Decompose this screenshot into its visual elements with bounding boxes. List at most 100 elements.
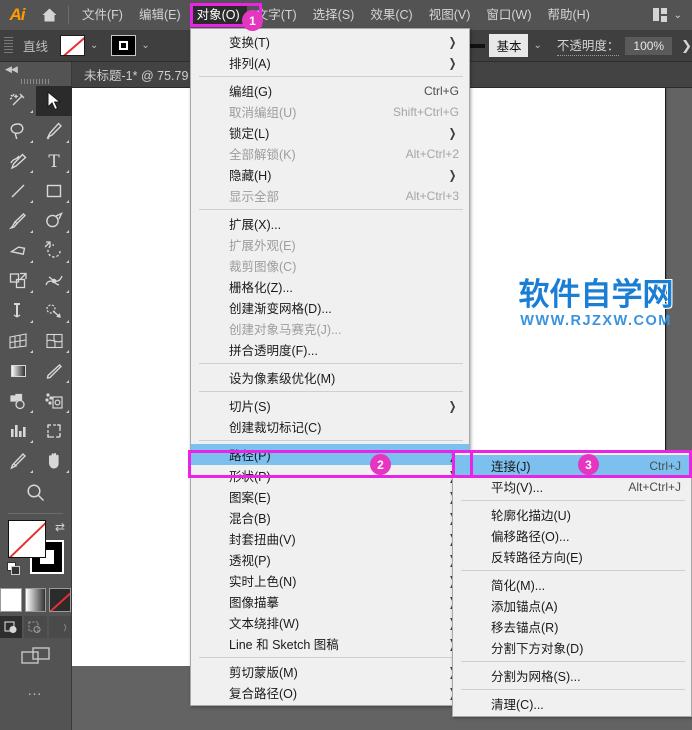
object-menu-item-29[interactable]: 实时上色(N)❯ xyxy=(191,570,469,591)
object-menu-item-35[interactable]: 复合路径(O)❯ xyxy=(191,682,469,703)
path-submenu-separator xyxy=(461,661,685,662)
options-overflow-chevron-right-icon[interactable]: ❯ xyxy=(681,38,692,54)
object-menu-item-13[interactable]: 栅格化(Z)... xyxy=(191,276,469,297)
line-segment-tool[interactable] xyxy=(0,176,36,206)
menubar-item-4[interactable]: 选择(S) xyxy=(306,4,362,26)
object-menu-dropdown[interactable]: 变换(T) ❯ 排列(A) ❯ 编组(G) Ctrl+G 取消编组(U) Shift+Ctrl… xyxy=(190,28,470,706)
object-menu-item-0[interactable]: 变换(T) ❯ xyxy=(191,31,469,52)
object-menu-item-18[interactable]: 设为像素级优化(M) xyxy=(191,367,469,388)
object-menu-item-3[interactable]: 编组(G) Ctrl+G xyxy=(191,80,469,101)
path-submenu-item-5[interactable]: 反转路径方向(E) xyxy=(453,546,691,567)
menubar-item-0[interactable]: 文件(F) xyxy=(75,4,130,26)
object-menu-item-31[interactable]: 文本绕排(W)❯ xyxy=(191,612,469,633)
rectangle-tool[interactable] xyxy=(36,176,72,206)
shape-builder-tool[interactable] xyxy=(36,296,72,326)
selection-tool[interactable] xyxy=(36,86,72,116)
menubar-item-5[interactable]: 效果(C) xyxy=(363,4,419,26)
magic-wand-tool[interactable] xyxy=(0,86,36,116)
rotate-tool[interactable] xyxy=(36,236,72,266)
path-submenu-dropdown[interactable]: 连接(J) Ctrl+J 平均(V)... Alt+Ctrl+J 轮廓化描边(U) 偏移路… xyxy=(452,452,692,717)
path-submenu-item-8[interactable]: 添加锚点(A) xyxy=(453,595,691,616)
opacity-value[interactable]: 100% xyxy=(625,36,673,55)
menubar-item-2[interactable]: 对象(O) xyxy=(189,4,247,26)
path-submenu-item-0[interactable]: 连接(J) Ctrl+J xyxy=(453,455,691,476)
path-submenu-item-9[interactable]: 移去锚点(R) xyxy=(453,616,691,637)
gradient-tool[interactable] xyxy=(0,356,36,386)
menubar-item-7[interactable]: 窗口(W) xyxy=(479,4,538,26)
gradient-mode[interactable] xyxy=(24,588,47,612)
draw-behind[interactable] xyxy=(24,616,47,638)
draw-normal[interactable] xyxy=(0,616,23,638)
width-tool[interactable] xyxy=(36,266,72,296)
fill-none-swatch[interactable] xyxy=(60,35,86,56)
home-icon[interactable] xyxy=(34,0,64,30)
object-menu-item-21[interactable]: 创建裁切标记(C) xyxy=(191,416,469,437)
curvature-tool[interactable] xyxy=(0,146,36,176)
paintbrush-tool[interactable] xyxy=(0,206,36,236)
object-menu-item-34[interactable]: 剪切蒙版(M)❯ xyxy=(191,661,469,682)
path-submenu-item-14[interactable]: 清理(C)... xyxy=(453,693,691,714)
perspective-grid-tool[interactable] xyxy=(0,326,36,356)
object-menu-item-10[interactable]: 扩展(X)... xyxy=(191,213,469,234)
object-menu-item-30[interactable]: 图像描摹❯ xyxy=(191,591,469,612)
fill-color-none[interactable] xyxy=(8,520,46,558)
options-bar-grip[interactable] xyxy=(4,36,13,55)
object-menu-item-23[interactable]: 路径(P)❯ xyxy=(191,444,469,465)
chevron-down-icon[interactable]: ⌄ xyxy=(674,10,682,21)
lasso-tool[interactable] xyxy=(0,116,36,146)
object-menu-item-5[interactable]: 锁定(L) ❯ xyxy=(191,122,469,143)
shaper-tool[interactable] xyxy=(36,206,72,236)
default-fill-stroke-icon[interactable] xyxy=(7,562,20,575)
path-submenu-item-3[interactable]: 轮廓化描边(U) xyxy=(453,504,691,525)
object-menu-item-20[interactable]: 切片(S) ❯ xyxy=(191,395,469,416)
toolbox-more-tools[interactable]: … xyxy=(0,682,71,699)
pen-tool[interactable] xyxy=(36,116,72,146)
chevron-right-icon: ❯ xyxy=(448,55,457,70)
slice-tool[interactable] xyxy=(0,446,36,476)
blend-tool[interactable] xyxy=(0,386,36,416)
fill-chevron-down-icon[interactable]: ⌄ xyxy=(85,40,103,51)
object-menu-item-1[interactable]: 排列(A) ❯ xyxy=(191,52,469,73)
object-menu-item-28[interactable]: 透视(P)❯ xyxy=(191,549,469,570)
draw-inside[interactable] xyxy=(48,616,71,638)
eraser-tool[interactable] xyxy=(0,236,36,266)
path-submenu-item-4[interactable]: 偏移路径(O)... xyxy=(453,525,691,546)
path-submenu-item-12[interactable]: 分割为网格(S)... xyxy=(453,665,691,686)
stroke-chevron-down-icon[interactable]: ⌄ xyxy=(136,40,154,51)
path-submenu-item-7[interactable]: 简化(M)... xyxy=(453,574,691,595)
free-transform-tool[interactable] xyxy=(0,296,36,326)
zoom-tool[interactable] xyxy=(0,476,71,510)
scale-tool[interactable] xyxy=(0,266,36,296)
menubar-item-8[interactable]: 帮助(H) xyxy=(541,4,597,26)
toolbox-grip[interactable] xyxy=(0,76,71,86)
object-menu-item-32[interactable]: Line 和 Sketch 图稿❯ xyxy=(191,633,469,654)
object-menu-item-25[interactable]: 图案(E)❯ xyxy=(191,486,469,507)
path-submenu-item-10[interactable]: 分割下方对象(D) xyxy=(453,637,691,658)
mesh-tool[interactable] xyxy=(36,326,72,356)
toolbox-collapse-icon[interactable]: ◀◀ xyxy=(0,62,71,76)
object-menu-item-27[interactable]: 封套扭曲(V)❯ xyxy=(191,528,469,549)
hand-tool[interactable] xyxy=(36,446,72,476)
path-submenu-item-1[interactable]: 平均(V)... Alt+Ctrl+J xyxy=(453,476,691,497)
color-mode-white[interactable] xyxy=(0,588,22,612)
object-menu-item-14[interactable]: 创建渐变网格(D)... xyxy=(191,297,469,318)
object-menu-item-24[interactable]: 形状(P)❯ xyxy=(191,465,469,486)
stroke-profile-label[interactable]: 基本 xyxy=(489,34,529,57)
none-mode[interactable] xyxy=(49,588,72,612)
symbol-sprayer-tool[interactable] xyxy=(36,386,72,416)
object-menu-item-16[interactable]: 拼合透明度(F)... xyxy=(191,339,469,360)
swap-fill-stroke-icon[interactable]: ⇄ xyxy=(55,520,65,534)
menubar-item-6[interactable]: 视图(V) xyxy=(422,4,478,26)
workspace-grid-icon[interactable] xyxy=(653,8,667,22)
screen-mode-icon[interactable] xyxy=(0,646,71,668)
eyedropper-tool[interactable] xyxy=(36,356,72,386)
stroke-profile-chevron-down-icon[interactable]: ⌄ xyxy=(528,40,546,51)
opacity-label[interactable]: 不透明度： xyxy=(556,35,620,56)
stroke-black-swatch[interactable] xyxy=(111,35,137,56)
artboard-tool[interactable] xyxy=(36,416,72,446)
object-menu-item-26[interactable]: 混合(B)❯ xyxy=(191,507,469,528)
object-menu-item-7[interactable]: 隐藏(H) ❯ xyxy=(191,164,469,185)
type-tool[interactable]: T xyxy=(36,146,72,176)
menubar-item-1[interactable]: 编辑(E) xyxy=(132,4,188,26)
column-graph-tool[interactable] xyxy=(0,416,36,446)
